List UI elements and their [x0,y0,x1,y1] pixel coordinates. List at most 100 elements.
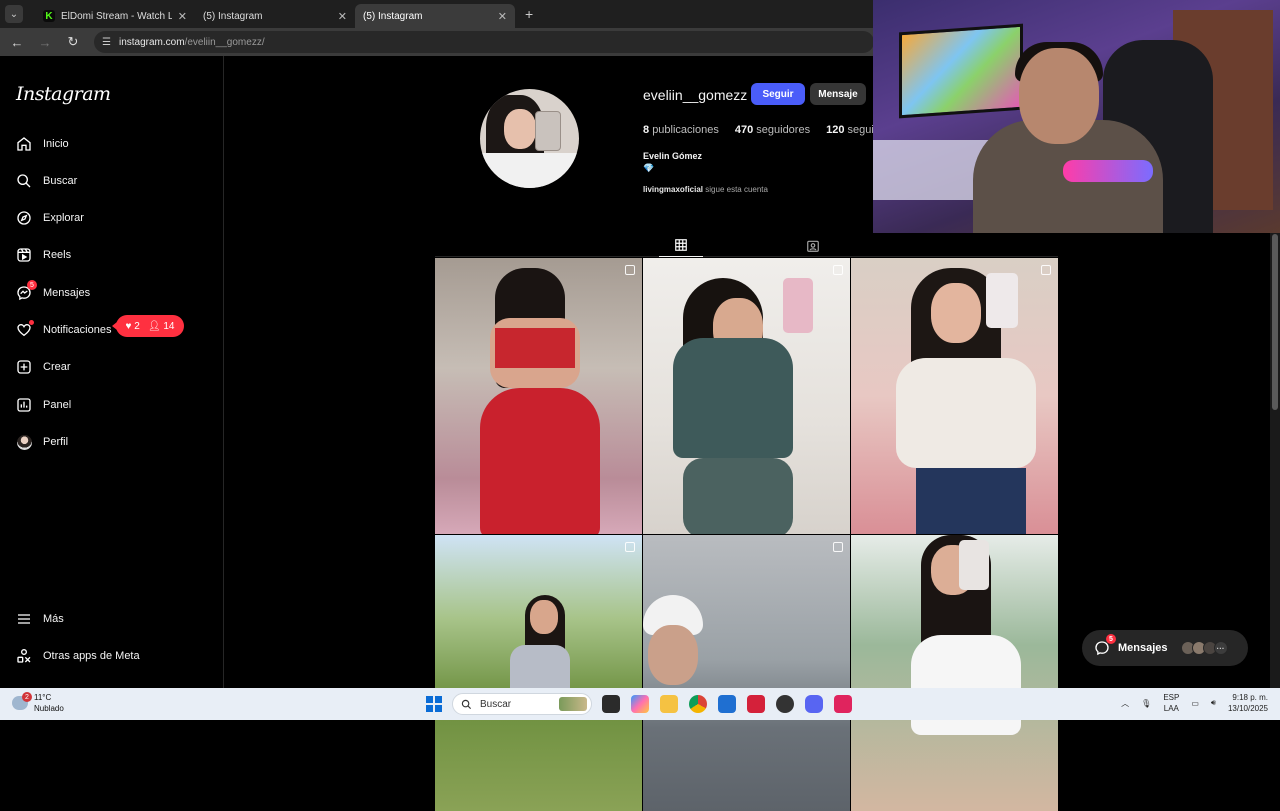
sidebar-item-label: Crear [43,361,71,373]
carousel-icon [625,265,635,275]
sidebar-item-label: Panel [43,399,72,411]
close-icon[interactable]: ✕ [498,10,507,23]
messages-float-badge: 5 [1106,634,1116,644]
bio-emoji: 💎 [643,163,655,173]
followers-count: 14 [163,320,175,332]
meta-apps-icon [16,648,32,664]
tab-kick[interactable]: K ElDomi Stream - Watch Live on ✕ [35,4,195,28]
following-stat[interactable]: 120 seguidos [826,124,873,136]
sidebar-item-inicio[interactable]: Inicio [16,133,69,155]
clock[interactable]: 9:18 p. m. 13/10/2025 [1228,692,1268,714]
app-icon[interactable] [747,695,765,713]
sidebar: Instagram Inicio Buscar Explorar Reels 5… [0,56,224,688]
profile-username: eveliin__gomezz [643,87,748,103]
task-view-icon[interactable] [602,695,620,713]
profile-avatar[interactable] [480,89,579,188]
menu-icon [16,611,32,627]
sidebar-item-label: Perfil [43,436,69,448]
messages-float-button[interactable]: 5 Mensajes ··· [1082,630,1248,666]
post-thumbnail[interactable] [643,258,850,534]
chrome-icon[interactable] [689,695,707,713]
network-icon[interactable]: ▭ [1191,699,1199,708]
messenger-icon: 5 [16,280,37,301]
back-icon[interactable]: ← [10,35,24,50]
tab-tagged[interactable] [801,234,825,257]
close-icon[interactable]: ✕ [338,10,347,23]
message-button[interactable]: Mensaje [810,83,866,105]
tab-search-button[interactable]: ⌄ [5,5,23,23]
instagram-logo[interactable]: Instagram [16,83,111,105]
site-info-icon[interactable]: ☰ [102,37,111,48]
sidebar-item-crear[interactable]: Crear [16,356,71,378]
post-thumbnail[interactable] [643,535,850,811]
language-indicator[interactable]: ESP LAA [1163,692,1179,714]
tagged-icon [807,240,819,252]
post-thumbnail[interactable] [851,535,1058,811]
carousel-icon [625,542,635,552]
taskbar-search[interactable]: Buscar [452,693,592,715]
more-icon: ··· [1213,641,1228,655]
discord-icon[interactable] [805,695,823,713]
forward-icon[interactable]: → [38,35,52,50]
store-icon[interactable] [718,695,736,713]
posts-stat: 8 publicaciones [643,124,719,136]
sidebar-item-label: Notificaciones [43,324,112,336]
messages-badge: 5 [27,280,37,290]
tab-title: ElDomi Stream - Watch Live on [61,10,172,22]
carousel-icon [1041,265,1051,275]
sidebar-item-mensajes[interactable]: 5 Mensajes [16,280,90,304]
tab-title: (5) Instagram [363,10,423,22]
sidebar-item-panel[interactable]: Panel [16,394,71,416]
sidebar-item-notificaciones[interactable]: Notificaciones [16,319,111,341]
weather-desc: Nublado [34,704,64,713]
webcam-overlay [873,0,1280,233]
sidebar-item-buscar[interactable]: Buscar [16,170,77,192]
plus-square-icon [16,359,32,375]
home-icon [16,136,32,152]
tab-instagram-1[interactable]: (5) Instagram ✕ [195,4,355,72]
obs-icon[interactable] [776,695,794,713]
sidebar-item-perfil[interactable]: Perfil [16,431,68,453]
reload-icon[interactable]: ↻ [66,34,80,50]
sidebar-item-reels[interactable]: Reels [16,244,71,266]
pinned-apps [602,695,852,713]
weather-widget[interactable]: 2 11°C Nublado [12,692,64,714]
tab-instagram-2[interactable]: (5) Instagram ✕ [355,4,515,72]
posts-grid [435,258,1058,811]
chevron-up-icon[interactable]: ︿ [1121,698,1129,709]
post-thumbnail[interactable] [435,258,642,534]
tab-title: (5) Instagram [203,10,263,22]
weather-temp: 11°C [34,693,52,702]
scrollbar[interactable] [1270,232,1280,688]
sidebar-item-label: Más [43,613,64,625]
volume-icon[interactable]: 🔊︎ [1211,698,1216,708]
url-field[interactable]: ☰ instagram.com/eveliin__gomezz/ [94,31,874,53]
scrollbar-thumb[interactable] [1272,234,1278,410]
compass-icon [16,210,32,226]
person-icon: 👤︎ 14 [147,320,175,332]
post-thumbnail[interactable] [435,535,642,811]
copilot-icon[interactable] [631,695,649,713]
close-icon[interactable]: ✕ [178,10,187,23]
sidebar-item-explorar[interactable]: Explorar [16,207,84,229]
microphone-icon[interactable]: 🎙︎ [1141,699,1151,708]
new-tab-button[interactable]: + [525,6,533,22]
windows-start-icon[interactable] [426,696,442,712]
post-thumbnail[interactable] [851,258,1058,534]
sidebar-item-meta-apps[interactable]: Otras apps de Meta [16,645,140,667]
followers-stat[interactable]: 470 seguidores [735,124,810,136]
file-explorer-icon[interactable] [660,695,678,713]
heart-icon [16,320,34,338]
notifications-popup[interactable]: ♥ 2 👤︎ 14 [112,315,184,337]
followed-by-user[interactable]: livingmaxoficial [643,185,703,194]
tabs-divider [435,256,1058,257]
sidebar-item-label: Reels [43,249,72,261]
sidebar-item-mas[interactable]: Más [16,608,64,630]
tiktok-icon[interactable] [834,695,852,713]
windows-taskbar: 2 11°C Nublado Buscar ︿ 🎙︎ ESP LAA ▭ 🔊︎ 9:… [0,688,1280,720]
chart-icon [16,397,32,413]
carousel-icon [833,265,843,275]
follow-button[interactable]: Seguir [751,83,805,105]
tab-posts[interactable] [659,234,703,257]
messenger-icon: 5 [1094,634,1116,656]
